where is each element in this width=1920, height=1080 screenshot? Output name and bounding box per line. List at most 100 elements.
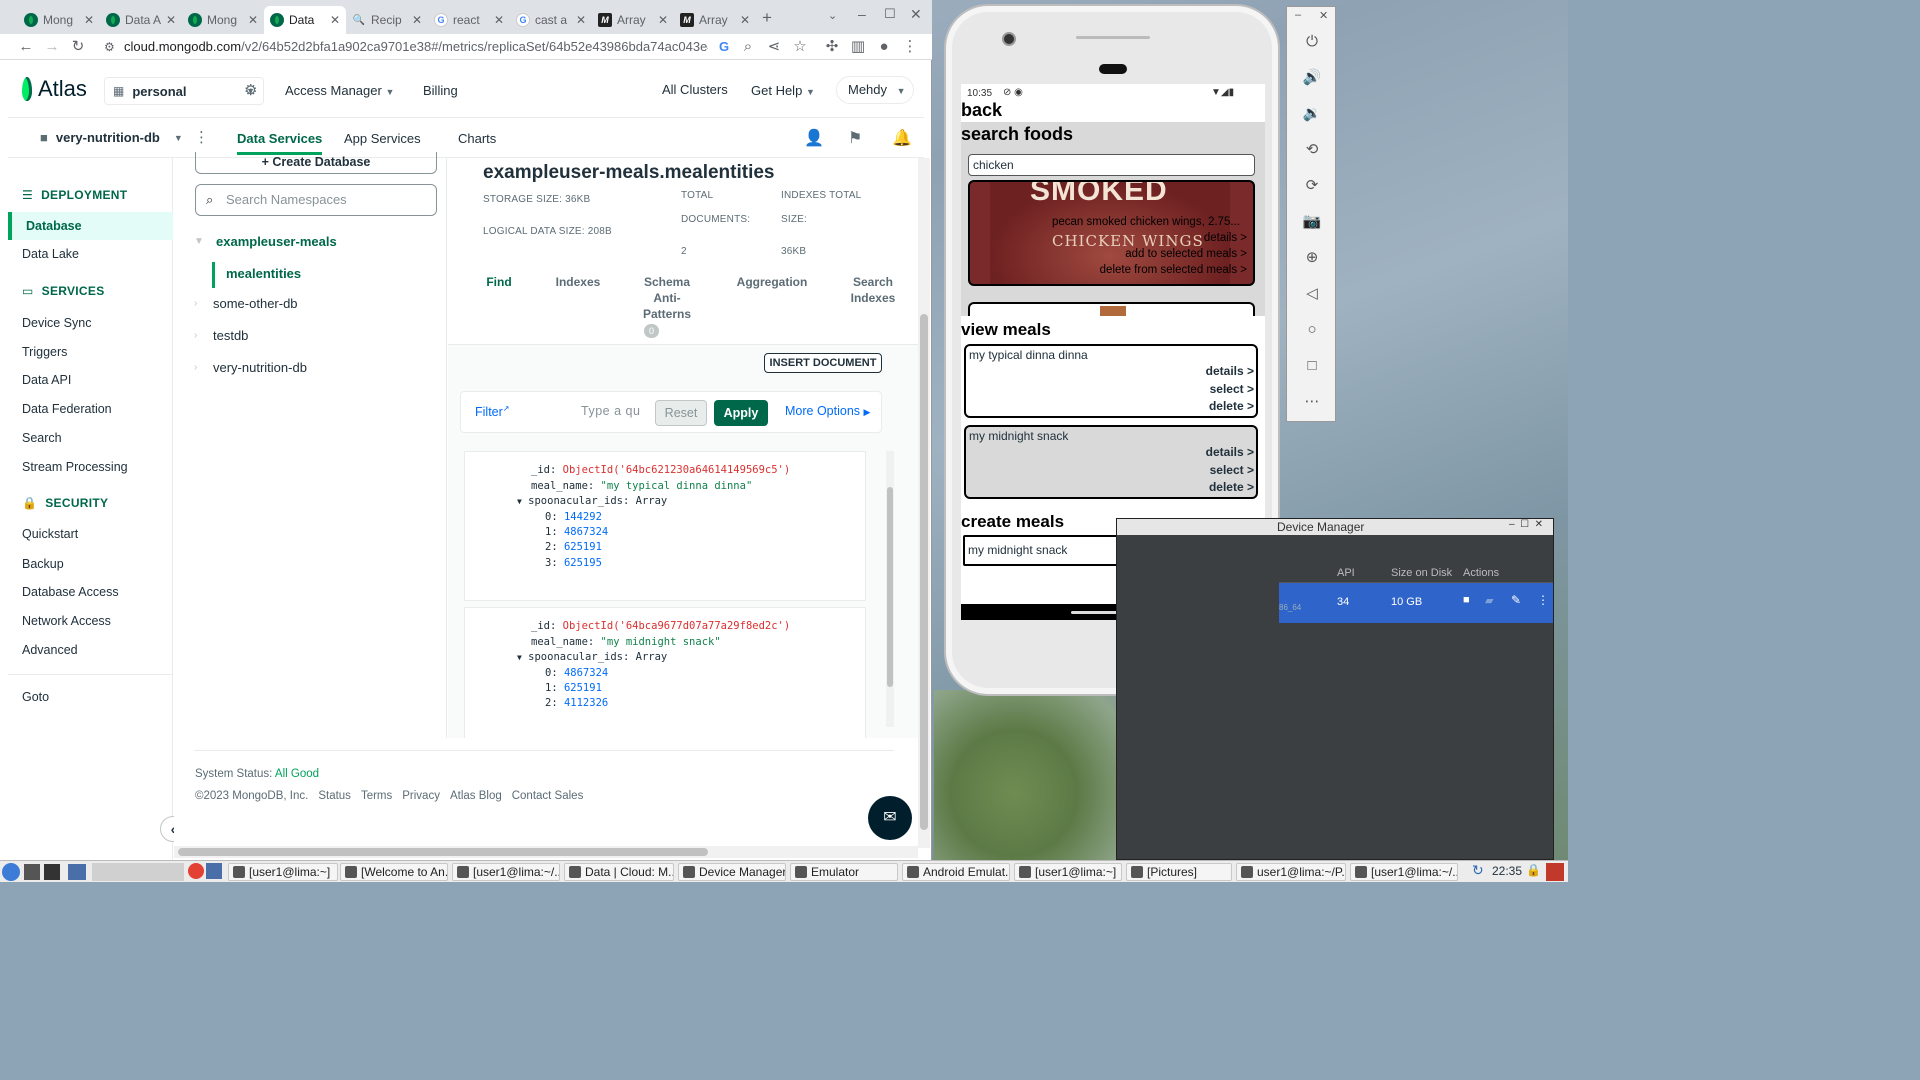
filter-query-input[interactable]: Type a qu <box>581 404 647 418</box>
browser-tab[interactable]: Mong ✕ <box>182 6 264 34</box>
food-delete-link[interactable]: delete from selected meals > <box>1100 264 1247 276</box>
taskbar-window-button[interactable]: [user1@lima:~/... <box>452 863 560 881</box>
sidebar-item-goto[interactable]: Goto <box>22 690 49 704</box>
food-result-card[interactable]: SMOKED CHICKEN WINGS pecan smoked chicke… <box>968 180 1255 286</box>
power-icon[interactable]: ⏻ <box>1301 31 1323 53</box>
taskbar-window-button[interactable]: user1@lima:~/P... <box>1236 863 1346 881</box>
rotate-left-icon[interactable]: ⟲ <box>1301 139 1323 161</box>
activity-feed-icon[interactable]: ⚑ <box>848 128 862 148</box>
sidebar-item-network-access[interactable]: Network Access <box>22 614 111 628</box>
volume-down-icon[interactable]: 🔉 <box>1301 103 1323 125</box>
emu-minimize-icon[interactable]: – <box>1295 9 1301 21</box>
launcher-terminal-icon[interactable] <box>24 864 40 880</box>
close-tab-icon[interactable]: ✕ <box>166 13 176 27</box>
footer-link-atlas-blog[interactable]: Atlas Blog <box>450 790 502 802</box>
taskbar-window-button[interactable]: [Welcome to An... <box>340 863 448 881</box>
create-database-button[interactable]: + Create Database <box>195 152 437 174</box>
db-item-exampleuser-meals[interactable]: exampleuser-meals <box>216 234 337 249</box>
launcher-windows-icon[interactable] <box>68 864 86 880</box>
zoom-in-icon[interactable]: ⊕ <box>1301 247 1323 269</box>
meal-select-link[interactable]: select > <box>1210 382 1254 396</box>
browser-tab[interactable]: M Array ✕ <box>592 6 674 34</box>
taskbar-window-button[interactable]: [Pictures] <box>1126 863 1232 881</box>
close-window-icon[interactable]: ✕ <box>910 6 922 23</box>
minimize-icon[interactable]: – <box>858 6 866 22</box>
taskbar-window-button[interactable]: [user1@lima:~] <box>228 863 338 881</box>
project-selector[interactable]: ■ very-nutrition-db ▼ <box>40 130 183 145</box>
browser-tab[interactable]: M Array ✕ <box>674 6 756 34</box>
close-tab-icon[interactable]: ✕ <box>576 13 586 27</box>
db-item-testdb[interactable]: testdb <box>213 328 248 343</box>
overview-square-icon[interactable]: □ <box>1301 355 1323 377</box>
tab-find[interactable]: Find <box>484 274 514 290</box>
db-item-some-other-db[interactable]: some-other-db <box>213 296 298 311</box>
sidebar-item-data-api[interactable]: Data API <box>22 373 71 387</box>
taskbar-window-button[interactable]: Android Emulat... <box>902 863 1010 881</box>
tab-indexes[interactable]: Indexes <box>552 274 604 290</box>
system-status-value[interactable]: All Good <box>275 768 319 780</box>
meal-card-selected[interactable]: my midnight snack details > select > del… <box>964 425 1258 499</box>
close-tab-icon[interactable]: ✕ <box>740 13 750 27</box>
sidebar-item-triggers[interactable]: Triggers <box>22 345 67 359</box>
footer-link-terms[interactable]: Terms <box>361 790 392 802</box>
footer-link-privacy[interactable]: Privacy <box>402 790 440 802</box>
home-circle-icon[interactable]: ○ <box>1301 319 1323 341</box>
browser-tab[interactable]: Gcast a ✕ <box>510 6 592 34</box>
kebab-menu-icon[interactable]: ⋮ <box>1537 593 1549 607</box>
chrome-icon[interactable] <box>188 863 204 879</box>
collection-item-mealentities[interactable]: mealentities <box>226 266 301 281</box>
side-panel-icon[interactable]: ▥ <box>848 37 868 57</box>
insert-document-button[interactable]: INSERT DOCUMENT <box>764 353 882 373</box>
back-triangle-icon[interactable]: ◁ <box>1301 283 1323 305</box>
invite-user-icon[interactable]: 👤 <box>804 128 824 148</box>
taskbar-window-button[interactable]: Device Manager <box>678 863 786 881</box>
browser-tab[interactable]: Greact ✕ <box>428 6 510 34</box>
new-tab-icon[interactable]: + <box>762 8 772 28</box>
billing-link[interactable]: Billing <box>423 83 458 98</box>
close-tab-icon[interactable]: ✕ <box>84 13 94 27</box>
more-options-link[interactable]: More Options ▶ <box>785 404 870 418</box>
expand-chevron-icon[interactable]: › <box>194 298 197 309</box>
meal-delete-link[interactable]: delete > <box>1209 480 1254 494</box>
tab-search-icon[interactable]: ⌄ <box>828 9 837 22</box>
rotate-right-icon[interactable]: ⟳ <box>1301 175 1323 197</box>
lock-icon[interactable]: 🔒 <box>1526 863 1541 877</box>
taskbar-window-button[interactable]: Emulator <box>790 863 898 881</box>
sidebar-item-search[interactable]: Search <box>22 431 62 445</box>
sidebar-item-data-lake[interactable]: Data Lake <box>22 247 79 261</box>
expand-chevron-icon[interactable]: ▼ <box>194 236 204 247</box>
back-arrow-icon[interactable]: ← <box>16 37 36 57</box>
tab-app-services[interactable]: App Services <box>344 131 421 146</box>
document-card[interactable]: _id: ObjectId('64bca9677d07a77a29f8ed2c'… <box>464 607 866 738</box>
zoom-icon[interactable]: ⌕ <box>738 37 758 57</box>
start-menu-icon[interactable] <box>2 863 20 881</box>
folder-icon[interactable]: ▰ <box>1485 594 1493 607</box>
next-food-card[interactable] <box>968 302 1255 316</box>
search-foods-input[interactable]: chicken <box>968 154 1255 176</box>
close-tab-icon[interactable]: ✕ <box>494 13 504 27</box>
footer-link-contact-sales[interactable]: Contact Sales <box>512 790 584 802</box>
get-help-menu[interactable]: Get Help ▼ <box>751 83 815 98</box>
meal-delete-link[interactable]: delete > <box>1209 399 1254 413</box>
sidebar-item-stream-processing[interactable]: Stream Processing <box>22 460 128 474</box>
edit-pencil-icon[interactable]: ✎ <box>1511 593 1521 607</box>
tab-search-indexes[interactable]: Search Indexes <box>848 274 898 306</box>
more-options-icon[interactable]: ⋯ <box>1301 391 1323 413</box>
browser-tab[interactable]: Data ✕ <box>264 6 346 34</box>
tab-schema-anti-patterns[interactable]: Schema Anti-Patterns <box>636 274 698 322</box>
page-hscrollbar-thumb[interactable] <box>178 848 708 856</box>
devmgr-window-buttons[interactable]: – ☐ ✕ <box>1509 519 1543 530</box>
user-menu[interactable]: Mehdy ▼ <box>836 76 914 104</box>
browser-tab[interactable]: 🔍 Recip ✕ <box>346 6 428 34</box>
browser-tab[interactable]: Mong ✕ <box>18 6 100 34</box>
expand-chevron-icon[interactable]: › <box>194 362 197 373</box>
filter-link[interactable]: Filter↗ <box>475 404 509 419</box>
profile-icon[interactable]: ● <box>874 37 894 57</box>
camera-screenshot-icon[interactable]: 📷 <box>1301 211 1323 233</box>
meal-details-link[interactable]: details > <box>1206 445 1254 459</box>
device-row[interactable]: 86_64 34 10 GB ■ ▰ ✎ ⋮ <box>1279 583 1553 623</box>
share-icon[interactable]: ⋖ <box>764 37 784 57</box>
food-details-link[interactable]: details > <box>1204 232 1247 244</box>
reload-icon[interactable]: ↻ <box>68 37 88 57</box>
page-scrollbar-thumb[interactable] <box>920 314 928 830</box>
